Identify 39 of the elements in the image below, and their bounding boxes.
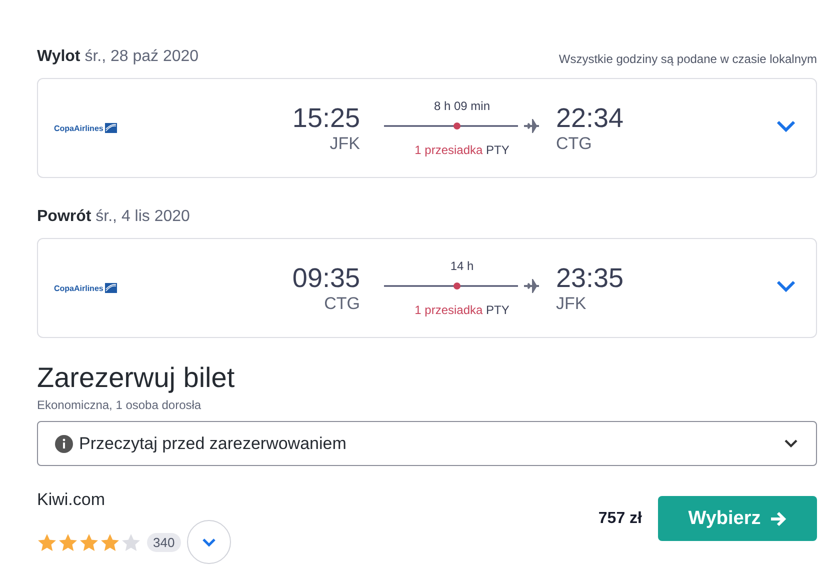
star-icon [37,532,57,552]
airport-code: CTG [556,134,592,154]
wave-logo-icon [105,283,118,293]
star-icon [100,532,120,552]
leg-title: Wylot śr., 28 paź 2020 [37,48,199,66]
chevron-down-icon [202,538,216,546]
price: 757 zł [598,510,642,528]
star-icon [79,532,99,552]
stopover-info: 1 przesiadka PTY [414,143,510,157]
route-line-icon [384,279,540,293]
departure-time: 09:35 [292,262,360,294]
airport-code: JFK [330,134,360,154]
airport-code: CTG [324,294,360,314]
booking-subtitle: Ekonomiczna, 1 osoba dorosła [37,398,202,412]
booking-title: Zarezerwuj bilet [37,362,236,394]
arrival-time: 23:35 [556,262,624,294]
info-icon [55,434,73,452]
duration: 14 h [450,259,474,273]
route-line-icon [384,119,540,133]
flight-card[interactable]: CopaAirlines 09:35 CTG 14 h 1 przesiadka PTY 23:35 JFK [37,238,817,338]
flight-card[interactable]: CopaAirlines 15:25 JFK 8 h 09 min 1 przesiadka PTY 22:34 CTG [37,78,817,178]
star-icon [121,532,141,552]
airline-logo: CopaAirlines [54,124,104,132]
notice-dropdown[interactable]: Przeczytaj przed zarezerwowaniem [37,421,817,466]
time-note: Wszystkie godziny są podane w czasie lokalnym [558,52,817,66]
stopover-info: 1 przesiadka PTY [414,303,510,317]
chevron-down-icon[interactable] [776,120,796,132]
provider-name: Kiwi.com [37,490,106,510]
arrival-time: 22:34 [556,102,624,134]
airport-code: JFK [556,294,586,314]
review-count: 340 [147,532,181,552]
star-icon [58,532,78,552]
arrow-right-icon [768,510,787,526]
leg-title: Powrót śr., 4 lis 2020 [37,208,190,226]
departure-time: 15:25 [292,102,360,134]
chevron-down-icon[interactable] [776,280,796,292]
airline-logo: CopaAirlines [54,284,104,292]
wave-logo-icon [105,123,118,133]
duration: 8 h 09 min [434,99,490,113]
